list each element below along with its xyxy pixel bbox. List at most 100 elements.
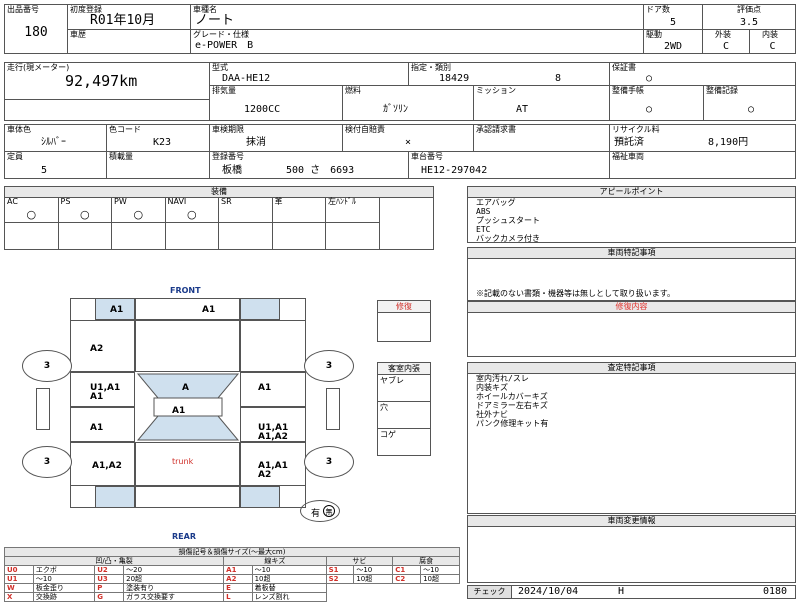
type-cell: 型式 DAA-HE12 — [209, 62, 409, 86]
equipment-value: ○ — [26, 208, 37, 221]
load-cell: 積載量 — [106, 151, 210, 179]
mileage: 92,497km — [65, 72, 138, 90]
model-type: DAA-HE12 — [222, 73, 271, 84]
maintenance-record: ○ — [748, 104, 755, 115]
recycle-status: 預託済 — [614, 137, 644, 148]
equipment-value: ○ — [133, 208, 144, 221]
equipment-col: PW ○ — [112, 197, 166, 223]
designation-cell: 指定・類別 18429 8 — [408, 62, 610, 86]
rear-label: REAR — [172, 532, 196, 541]
mark-hood-left: A2 — [90, 344, 104, 354]
model-name-cell: 車種名 ノート — [190, 4, 644, 30]
appeal-title: アピールポイント — [468, 187, 795, 198]
chassis-number: HE12-297042 — [421, 165, 488, 176]
equipment-col: 革 — [272, 197, 326, 223]
first-registration: R01年10月 — [90, 13, 156, 28]
mark-right-rear: A1,A1 A2 — [258, 461, 288, 480]
plate-number: 500 さ 6693 — [286, 165, 355, 176]
color-code-cell: 色コード K23 — [106, 124, 210, 152]
equipment-col: AC ○ — [5, 197, 59, 223]
interior-cell: 内装 C — [749, 29, 796, 54]
mark-roof: A1 — [172, 406, 186, 416]
change-info-panel: 車両変更情報 — [467, 515, 796, 583]
welfare-cell: 福祉車両 — [609, 151, 796, 179]
right-front-door — [240, 372, 306, 407]
equipment-col: PS ○ — [58, 197, 112, 223]
mission-cell: ミッション AT — [473, 85, 610, 121]
equipment-empty-cell — [59, 223, 112, 249]
body-color-cell: 車体色 ｼﾙﾊﾞｰ — [4, 124, 107, 152]
maintenance-manual: ○ — [646, 104, 653, 115]
tire-rear-right: 3 — [304, 446, 354, 478]
record-cell: 整備記録 ○ — [703, 85, 796, 121]
check-label: チェック — [468, 586, 512, 598]
equipment-col: NAVI ○ — [165, 197, 219, 223]
repair-box: 修復 — [377, 300, 431, 342]
mark-windshield: A — [182, 383, 189, 393]
mission: AT — [516, 104, 529, 115]
score: 3.5 — [739, 17, 759, 28]
rear-bumper-center — [135, 486, 240, 508]
inspection-notes-panel: 査定特記事項 室内汚れ/スレ 内装キズ ホイールカバーキズ ドアミラー左右キズ … — [467, 362, 796, 514]
capacity: 5 — [41, 165, 48, 176]
category: 8 — [555, 73, 562, 84]
left-mirror — [36, 388, 50, 430]
rear-right-bumper — [240, 486, 280, 508]
mark-left-rear-door: A1 — [90, 423, 104, 433]
cabin-interior-box: 客室内張 ヤブレ 穴 コゲ — [377, 362, 431, 456]
recycle-cell: リサイクル料 預託済 8,190円 — [609, 124, 796, 152]
tire-front-left: 3 — [22, 350, 72, 382]
displacement: 1200CC — [244, 104, 281, 115]
check-date: 2024/10/04 — [518, 586, 579, 597]
self-check: × — [405, 137, 412, 148]
equipment-empty-cell — [112, 223, 166, 249]
equipment-empty-cell — [273, 223, 326, 249]
special-notes-title: 車両特記事項 — [468, 248, 795, 259]
exterior-cell: 外装 C — [702, 29, 750, 54]
mark-front-right: A1 — [202, 305, 216, 315]
mark-left-rear: A1,A2 — [92, 461, 122, 471]
recycle-fee: 8,190円 — [708, 137, 749, 148]
right-mirror — [326, 388, 340, 430]
drive: 2WD — [663, 41, 683, 52]
check-code: H — [618, 586, 625, 597]
warranty: ○ — [646, 73, 653, 84]
grade-cell: グレード・仕様 e-POWER B — [190, 29, 644, 54]
mileage-cell: 走行(現メーター) 92,497km — [4, 62, 210, 100]
change-info-title: 車両変更情報 — [468, 516, 795, 527]
inspection-notes-text: 室内汚れ/スレ 内装キズ ホイールカバーキズ ドアミラー左右キズ 社外ナビ パン… — [476, 374, 549, 428]
mark-front-left: A1 — [110, 305, 124, 315]
right-front-fender — [240, 320, 306, 372]
color-code: K23 — [153, 137, 172, 148]
trunk-label: trunk — [172, 457, 194, 466]
equipment-value: ○ — [79, 208, 90, 221]
fuel-cell: 燃料 ｶﾞｿﾘﾝ — [342, 85, 474, 121]
grade: e-POWER B — [195, 40, 254, 51]
interior-grade: C — [769, 41, 776, 52]
inspection-notes-title: 査定特記事項 — [468, 363, 795, 374]
equipment-col: 左ﾊﾝﾄﾞﾙ — [326, 197, 380, 223]
mark-right-rear-door: U1,A1 A1,A2 — [258, 423, 289, 442]
exterior-grade: C — [722, 41, 730, 52]
displacement-cell: 排気量 1200CC — [209, 85, 343, 121]
footer-bar: チェック 2024/10/04 H 0180 — [467, 585, 796, 599]
damage-diagram: FRONT REAR trunk 3 3 3 3 A1 A1 A2 U1,A1 … — [0, 250, 465, 546]
special-notes-footnote: ※記載のない書類・機器等は無しとして取り扱います。 — [476, 289, 675, 298]
manual-cell: 整備手帳 ○ — [609, 85, 704, 121]
mileage-sub-cell — [4, 99, 210, 121]
lot-number: 180 — [24, 25, 48, 40]
repair-title: 修復内容 — [468, 302, 795, 313]
legend-title: 損傷記号＆損傷サイズ(～最大cm) — [4, 547, 460, 557]
front-right-bumper — [240, 298, 280, 320]
equipment-panel: 装備 AC ○ PS ○ PW ○ NAVI ○ SR 革左ﾊﾝﾄﾞﾙ — [4, 186, 434, 250]
mark-left-front-door: U1,A1 A1 — [90, 383, 121, 402]
plate-cell: 登録番号 板橋 500 さ 6693 — [209, 151, 409, 179]
tire-rear-left: 3 — [22, 446, 72, 478]
inspection-expiry: 抹消 — [246, 137, 266, 148]
damage-legend: 損傷記号＆損傷サイズ(～最大cm) 凹/凸・亀裂 線キズ サビ 腐食 U0 エクボ… — [3, 547, 460, 602]
body-color: ｼﾙﾊﾞｰ — [41, 137, 66, 148]
equipment-empty-cell — [5, 223, 59, 249]
appeal-text: エアバッグ ABS プッシュスタート ETC バックカメラ付き — [476, 198, 540, 243]
equipment-empty-cell — [326, 223, 380, 249]
plate-region: 板橋 — [222, 165, 242, 176]
